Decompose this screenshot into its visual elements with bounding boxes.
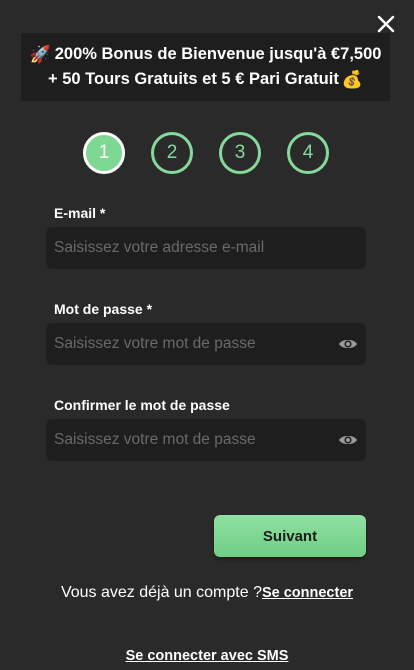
confirm-password-label: Confirmer le mot de passe xyxy=(54,397,230,413)
login-prompt: Vous avez déjà un compte ?Se connecter xyxy=(0,584,414,602)
promo-text-1: 200% Bonus de Bienvenue jusqu'à €7,500 xyxy=(54,45,382,63)
step-4: 4 xyxy=(287,132,329,174)
rocket-icon: 🚀 xyxy=(29,45,51,64)
step-indicator: 1 2 3 4 xyxy=(0,132,414,174)
eye-icon[interactable] xyxy=(338,433,358,447)
promo-banner: 🚀 200% Bonus de Bienvenue jusqu'à €7,500 … xyxy=(21,33,390,101)
confirm-password-input[interactable] xyxy=(46,419,366,461)
password-input[interactable] xyxy=(46,323,366,365)
email-label: E-mail * xyxy=(54,205,106,221)
next-button[interactable]: Suivant xyxy=(214,515,366,557)
close-icon[interactable] xyxy=(376,14,396,34)
step-2-number: 2 xyxy=(166,142,178,163)
login-link[interactable]: Se connecter xyxy=(262,585,353,601)
email-input[interactable] xyxy=(46,227,366,269)
money-bag-icon: 💰 xyxy=(341,70,363,89)
password-label: Mot de passe * xyxy=(54,301,153,317)
step-2: 2 xyxy=(151,132,193,174)
promo-line-2: + 50 Tours Gratuits et 5 € Pari Gratuit 💰 xyxy=(48,67,363,92)
promo-line-1: 🚀 200% Bonus de Bienvenue jusqu'à €7,500 xyxy=(30,42,382,67)
eye-icon[interactable] xyxy=(338,337,358,351)
sms-login-link[interactable]: Se connecter avec SMS xyxy=(0,648,414,664)
promo-text-2: + 50 Tours Gratuits et 5 € Pari Gratuit xyxy=(47,70,339,88)
step-4-number: 4 xyxy=(302,142,314,163)
step-1: 1 xyxy=(83,132,125,174)
step-1-number: 1 xyxy=(98,142,110,163)
step-3-number: 3 xyxy=(234,142,246,163)
login-prompt-text: Vous avez déjà un compte ? xyxy=(60,584,262,601)
step-3: 3 xyxy=(219,132,261,174)
